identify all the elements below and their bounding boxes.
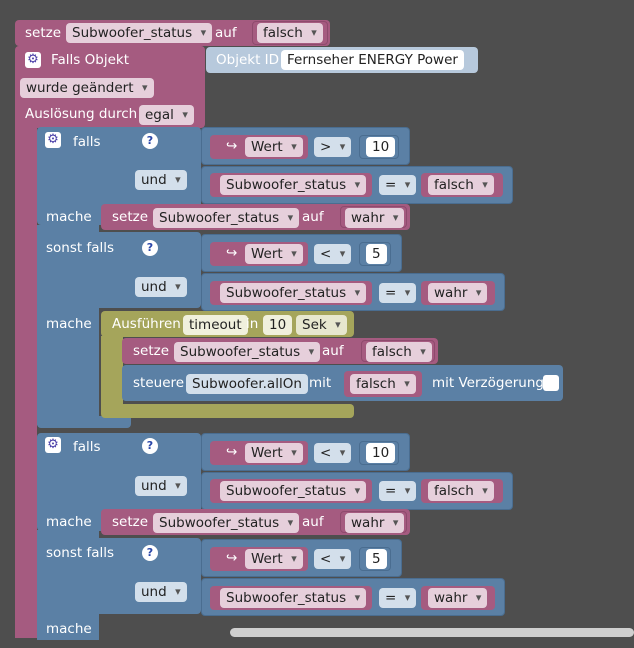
help-icon[interactable]: ? [142, 240, 158, 256]
set-label: setze [112, 514, 149, 530]
trigger-cause-dropdown[interactable]: egal [139, 105, 194, 125]
falls-label: falls [73, 439, 101, 455]
compare-operator-dropdown[interactable]: = [379, 481, 417, 501]
and-operator-dropdown[interactable]: und [135, 582, 187, 602]
help-icon[interactable]: ? [142, 438, 158, 454]
objekt-id-value[interactable]: Fernseher ENERGY Power [281, 50, 464, 70]
delay-checkbox[interactable] [543, 375, 559, 391]
horizontal-scrollbar[interactable] [230, 628, 634, 637]
number-field[interactable]: 5 [366, 244, 387, 264]
timeout-unit-dropdown[interactable]: Sek [296, 315, 347, 335]
delay-label: mit Verzögerung [432, 375, 544, 391]
else-if-label: sonst falls [46, 545, 115, 561]
trigger-cause-label: Auslösung durch [25, 106, 138, 122]
control-target-field[interactable]: Subwoofer.allOn [186, 374, 308, 394]
return-arrow-icon: ↪ [226, 245, 238, 261]
help-icon[interactable]: ? [142, 545, 158, 561]
gear-icon[interactable]: ⚙ [45, 437, 61, 453]
variable-dropdown[interactable]: Subwoofer_status [174, 342, 321, 362]
return-arrow-icon: ↪ [226, 444, 238, 460]
timeout-number-field[interactable]: 10 [263, 315, 293, 335]
trigger-condition-dropdown[interactable]: wurde geändert [20, 78, 154, 98]
value-dropdown[interactable]: wahr [428, 283, 488, 303]
timeout-block-spine [101, 336, 123, 408]
variable-dropdown[interactable]: Subwoofer_status [220, 588, 367, 608]
top-set-auf-label: auf [215, 25, 237, 41]
mache-label: mache [46, 316, 92, 332]
mache-label: mache [46, 621, 92, 637]
else-if-label: sonst falls [46, 240, 115, 256]
value-dropdown[interactable]: falsch [428, 481, 494, 501]
variable-dropdown[interactable]: Subwoofer_status [153, 208, 300, 228]
gear-icon[interactable]: ⚙ [25, 52, 41, 68]
timeout-block-bottom [101, 404, 354, 418]
value-dropdown[interactable]: wahr [345, 208, 405, 228]
number-field[interactable]: 10 [366, 443, 396, 463]
variable-dropdown[interactable]: Subwoofer_status [220, 481, 367, 501]
compare-operator-dropdown[interactable]: = [379, 175, 417, 195]
variable-dropdown[interactable]: Subwoofer_status [153, 513, 300, 533]
top-set-label: setze [25, 25, 62, 41]
compare-operator-dropdown[interactable]: = [379, 283, 417, 303]
and-operator-dropdown[interactable]: und [135, 476, 187, 496]
mache-label: mache [46, 514, 92, 530]
auf-label: auf [302, 514, 324, 530]
return-arrow-icon: ↪ [226, 138, 238, 154]
compare-operator-dropdown[interactable]: = [379, 588, 417, 608]
control-label: steuere [133, 375, 185, 391]
help-icon[interactable]: ? [142, 133, 158, 149]
number-field[interactable]: 10 [366, 137, 396, 157]
and-operator-dropdown[interactable]: und [135, 277, 187, 297]
set-label: setze [112, 209, 149, 225]
objekt-id-label: Objekt ID [216, 52, 280, 68]
variable-dropdown[interactable]: Subwoofer_status [220, 283, 367, 303]
and-operator-dropdown[interactable]: und [135, 170, 187, 190]
top-set-value-dropdown[interactable]: falsch [257, 23, 323, 43]
mache-label: mache [46, 209, 92, 225]
compare-operator-dropdown[interactable]: > [314, 137, 352, 157]
compare-operator-dropdown[interactable]: < [314, 244, 352, 264]
gear-icon[interactable]: ⚙ [45, 132, 61, 148]
wert-dropdown[interactable]: Wert [245, 549, 303, 569]
value-dropdown[interactable]: falsch [350, 374, 416, 394]
control-mit-label: mit [309, 375, 332, 391]
trigger-title: Falls Objekt [51, 52, 129, 68]
auf-label: auf [322, 343, 344, 359]
falls-label: falls [73, 134, 101, 150]
timeout-label: Ausführen [112, 316, 181, 332]
timeout-name-field[interactable]: timeout [183, 315, 248, 335]
value-dropdown[interactable]: falsch [366, 342, 432, 362]
value-dropdown[interactable]: wahr [345, 513, 405, 533]
variable-dropdown[interactable]: Subwoofer_status [220, 175, 367, 195]
wert-dropdown[interactable]: Wert [245, 244, 303, 264]
value-dropdown[interactable]: wahr [428, 588, 488, 608]
return-arrow-icon: ↪ [226, 550, 238, 566]
timeout-in-label: in [246, 316, 259, 332]
top-set-variable-dropdown[interactable]: Subwoofer_status [66, 23, 213, 43]
number-field[interactable]: 5 [366, 549, 387, 569]
trigger-spine [15, 120, 37, 638]
compare-operator-dropdown[interactable]: < [314, 549, 352, 569]
wert-dropdown[interactable]: Wert [245, 443, 303, 463]
compare-operator-dropdown[interactable]: < [314, 443, 352, 463]
wert-dropdown[interactable]: Wert [245, 137, 303, 157]
value-dropdown[interactable]: falsch [428, 175, 494, 195]
auf-label: auf [302, 209, 324, 225]
set-label: setze [133, 343, 170, 359]
